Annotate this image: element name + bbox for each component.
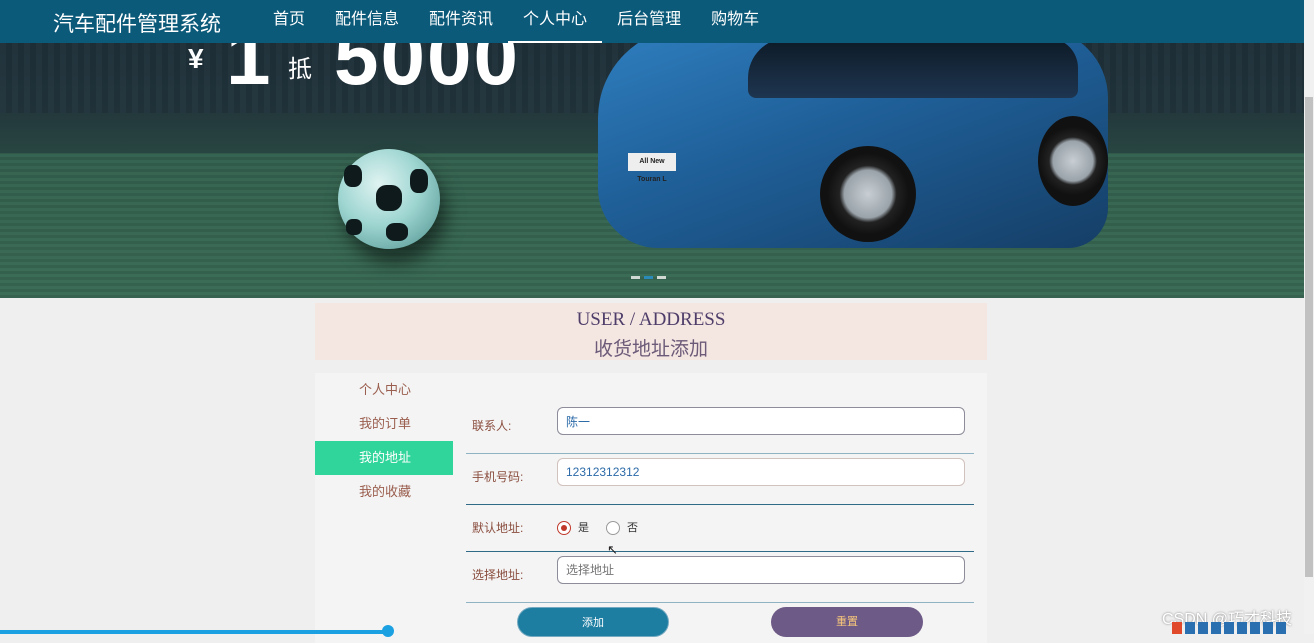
default-address-radios: 是 否 [557, 505, 655, 551]
nav-admin[interactable]: 后台管理 [602, 0, 696, 43]
top-navbar: 汽车配件管理系统 首页 配件信息 配件资讯 个人中心 后台管理 购物车 [0, 0, 1304, 43]
nav-parts-news[interactable]: 配件资讯 [414, 0, 508, 43]
scrollbar-thumb[interactable] [1305, 97, 1313, 577]
title-chinese: 收货地址添加 [593, 339, 708, 360]
side-item-user-center[interactable]: 个人中心 [315, 373, 453, 407]
add-button[interactable]: 添加 [517, 607, 669, 637]
car-front-wheel [820, 146, 916, 242]
default-no-radio[interactable] [606, 521, 620, 535]
ime-lang-icon[interactable] [1185, 622, 1195, 634]
ime-punct-icon[interactable] [1198, 622, 1208, 634]
phone-row: 手机号码: [466, 454, 974, 505]
carousel-dot[interactable] [657, 276, 666, 279]
mouse-cursor-icon: ↖ [607, 542, 618, 557]
address-select-input[interactable] [557, 556, 965, 584]
progress-knob[interactable] [382, 625, 394, 637]
contact-label: 联系人: [472, 419, 512, 433]
video-progress-bar[interactable] [0, 630, 390, 634]
car-plate: All New Touran L [628, 153, 676, 183]
ime-toolbar [1172, 622, 1286, 634]
side-item-my-address[interactable]: 我的地址 [315, 441, 453, 475]
default-address-row: 默认地址: 是 否 [466, 505, 974, 552]
phone-input[interactable] [557, 458, 965, 486]
site-brand[interactable]: 汽车配件管理系统 [53, 8, 221, 38]
ime-user-icon[interactable] [1250, 622, 1260, 634]
contact-input[interactable] [557, 407, 965, 435]
ime-logo-icon[interactable] [1172, 622, 1182, 634]
default-address-label: 默认地址: [472, 521, 524, 535]
default-yes-radio[interactable] [557, 521, 571, 535]
nav-parts-info[interactable]: 配件信息 [320, 0, 414, 43]
nav-home[interactable]: 首页 [258, 0, 320, 43]
section-title: USER / ADDRESS 收货地址添加 [315, 303, 987, 360]
promo-banner[interactable]: ¥ 1 抵 5000 All New Touran L [0, 43, 1304, 298]
ime-keyboard-icon[interactable] [1237, 622, 1247, 634]
phone-label: 手机号码: [472, 470, 524, 484]
nav-cart[interactable]: 购物车 [696, 0, 774, 43]
car-rear-wheel [1038, 116, 1108, 206]
title-english: USER / ADDRESS [576, 309, 726, 330]
contact-row: 联系人: [466, 403, 974, 454]
promo-currency: ¥ [188, 43, 204, 74]
default-no-label: 否 [627, 522, 638, 534]
default-yes-label: 是 [578, 522, 589, 534]
car-image: All New Touran L [598, 43, 1108, 248]
carousel-dot[interactable] [644, 276, 653, 279]
address-select-row: 选择地址: [466, 552, 974, 603]
address-form: 联系人: 手机号码: 默认地址: 是 否 选择地址: [466, 403, 974, 603]
car-windows [748, 43, 1078, 98]
side-item-my-orders[interactable]: 我的订单 [315, 407, 453, 441]
promo-amount: 5000 [334, 43, 520, 101]
reset-button[interactable]: 重置 [771, 607, 923, 637]
soccer-ball-image [338, 149, 440, 249]
carousel-dot[interactable] [631, 276, 640, 279]
ime-mic-icon[interactable] [1224, 622, 1234, 634]
side-item-my-favorites[interactable]: 我的收藏 [315, 475, 453, 509]
carousel-indicators [631, 276, 666, 279]
ime-emoji-icon[interactable] [1211, 622, 1221, 634]
address-select-label: 选择地址: [472, 568, 524, 582]
ime-grid-icon[interactable] [1276, 622, 1286, 634]
promo-value: 1 [226, 43, 271, 101]
content-panel: 个人中心 我的订单 我的地址 我的收藏 联系人: 手机号码: 默认地址: 是 否… [315, 373, 987, 643]
nav-user-center[interactable]: 个人中心 [508, 0, 603, 43]
main-nav: 首页 配件信息 配件资讯 个人中心 后台管理 购物车 [258, 0, 774, 43]
user-side-menu: 个人中心 我的订单 我的地址 我的收藏 [315, 373, 453, 509]
ime-shirt-icon[interactable] [1263, 622, 1273, 634]
promo-di: 抵 [288, 56, 312, 83]
